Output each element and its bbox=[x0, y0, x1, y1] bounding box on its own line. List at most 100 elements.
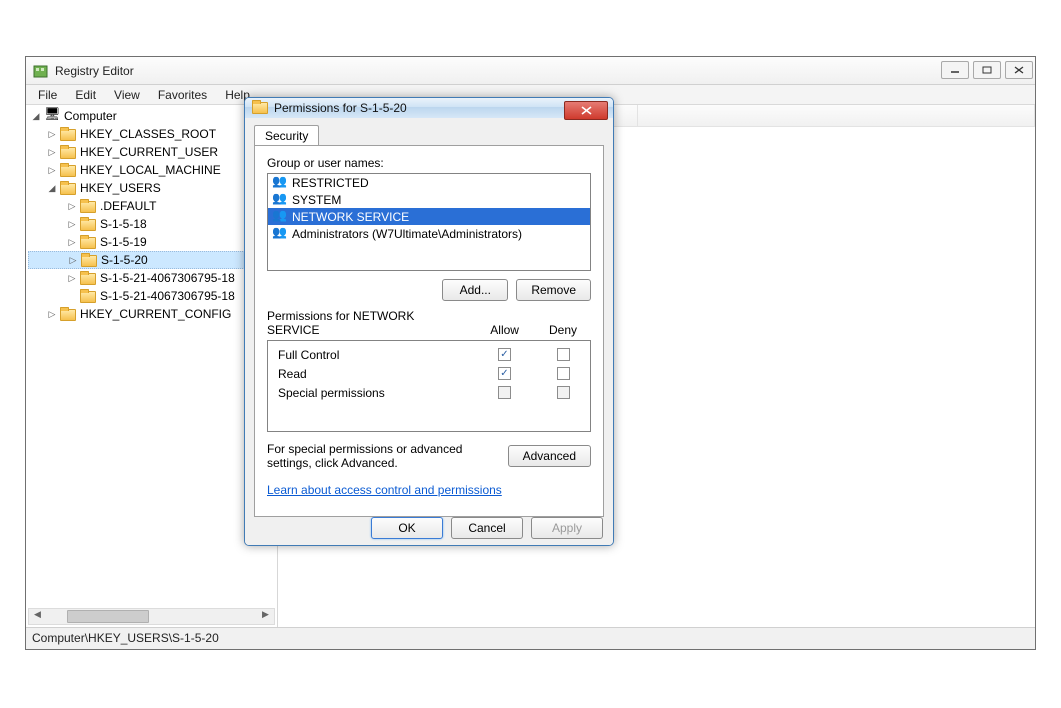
registry-tree: ◢ Computer ▷ HKEY_CLASSES_ROOT ▷ HKEY_CU… bbox=[26, 105, 277, 323]
menu-file[interactable]: File bbox=[30, 87, 65, 103]
deny-checkbox[interactable] bbox=[557, 367, 570, 380]
tree-item-label: HKEY_CLASSES_ROOT bbox=[79, 127, 216, 141]
tree-item[interactable]: ▷ S-1-5-19 bbox=[28, 233, 277, 251]
expander-icon[interactable]: ▷ bbox=[66, 237, 78, 248]
list-item[interactable]: SYSTEM bbox=[268, 191, 590, 208]
deny-checkbox bbox=[557, 386, 570, 399]
tree-item-users[interactable]: ◢ HKEY_USERS bbox=[28, 179, 277, 197]
remove-button[interactable]: Remove bbox=[516, 279, 591, 301]
users-icon bbox=[272, 193, 288, 207]
tab-security[interactable]: Security bbox=[254, 125, 319, 147]
column-header-empty[interactable] bbox=[638, 105, 1035, 126]
tree-item-label: HKEY_LOCAL_MACHINE bbox=[79, 163, 221, 177]
perm-row: Read ✓ bbox=[278, 364, 580, 383]
scroll-thumb[interactable] bbox=[67, 610, 149, 623]
col-deny: Deny bbox=[549, 323, 577, 337]
tree-item[interactable]: ▷ HKEY_CURRENT_USER bbox=[28, 143, 277, 161]
expander-spacer: ▷ bbox=[66, 291, 78, 302]
tree-item[interactable]: ▷ S-1-5-21-4067306795-18 bbox=[28, 287, 277, 305]
principal-label: SYSTEM bbox=[292, 193, 341, 207]
folder-icon bbox=[80, 199, 96, 213]
principal-label: NETWORK SERVICE bbox=[292, 210, 409, 224]
perm-row: Special permissions bbox=[278, 383, 580, 402]
computer-icon bbox=[44, 108, 60, 124]
window-controls bbox=[941, 61, 1033, 79]
col-allow: Allow bbox=[490, 323, 519, 337]
tab-page-security: Group or user names: RESTRICTED SYSTEM N… bbox=[254, 145, 604, 517]
menu-favorites[interactable]: Favorites bbox=[150, 87, 215, 103]
list-item-selected[interactable]: NETWORK SERVICE bbox=[268, 208, 590, 225]
dialog-footer: OK Cancel Apply bbox=[245, 517, 613, 545]
folder-icon bbox=[81, 253, 97, 267]
menu-edit[interactable]: Edit bbox=[67, 87, 104, 103]
expander-icon[interactable]: ▷ bbox=[46, 165, 58, 176]
tree-item[interactable]: ▷ HKEY_CURRENT_CONFIG bbox=[28, 305, 277, 323]
users-icon bbox=[272, 176, 288, 190]
principal-buttons: Add... Remove bbox=[267, 279, 591, 301]
expander-icon[interactable]: ▷ bbox=[66, 201, 78, 212]
permissions-dialog: Permissions for S-1-5-20 Security Group … bbox=[244, 97, 614, 546]
folder-icon bbox=[80, 289, 96, 303]
tree-item[interactable]: ▷ S-1-5-18 bbox=[28, 215, 277, 233]
add-button[interactable]: Add... bbox=[442, 279, 508, 301]
allow-checkbox[interactable]: ✓ bbox=[498, 348, 511, 361]
permissions-box: Full Control ✓ Read ✓ Special permission… bbox=[267, 340, 591, 432]
tree-item-label: S-1-5-19 bbox=[99, 235, 147, 249]
perm-row: Full Control ✓ bbox=[278, 345, 580, 364]
minimize-button[interactable] bbox=[941, 61, 969, 79]
folder-icon bbox=[252, 100, 268, 116]
expander-icon[interactable]: ▷ bbox=[46, 129, 58, 140]
advanced-row: For special permissions or advanced sett… bbox=[267, 442, 591, 471]
expander-icon[interactable]: ▷ bbox=[46, 309, 58, 320]
expander-icon[interactable]: ◢ bbox=[46, 183, 58, 194]
advanced-button[interactable]: Advanced bbox=[508, 445, 591, 467]
folder-icon bbox=[60, 181, 76, 195]
list-item[interactable]: Administrators (W7Ultimate\Administrator… bbox=[268, 225, 590, 242]
close-button[interactable] bbox=[1005, 61, 1033, 79]
tree-item-label: .DEFAULT bbox=[99, 199, 156, 213]
tab-strip: Security bbox=[254, 124, 604, 146]
ok-button[interactable]: OK bbox=[371, 517, 443, 539]
window-title: Registry Editor bbox=[55, 64, 134, 78]
expander-icon[interactable]: ▷ bbox=[46, 147, 58, 158]
deny-checkbox[interactable] bbox=[557, 348, 570, 361]
expander-icon[interactable]: ◢ bbox=[30, 111, 42, 122]
tree-item[interactable]: ▷ HKEY_CLASSES_ROOT bbox=[28, 125, 277, 143]
dialog-title: Permissions for S-1-5-20 bbox=[274, 101, 407, 115]
tree-pane[interactable]: ◢ Computer ▷ HKEY_CLASSES_ROOT ▷ HKEY_CU… bbox=[26, 105, 278, 627]
tree-item-label: S-1-5-18 bbox=[99, 217, 147, 231]
list-item[interactable]: RESTRICTED bbox=[268, 174, 590, 191]
scroll-right-icon[interactable]: ▶ bbox=[257, 609, 274, 624]
expander-icon[interactable]: ▷ bbox=[67, 255, 79, 266]
principals-listbox[interactable]: RESTRICTED SYSTEM NETWORK SERVICE Admini… bbox=[267, 173, 591, 271]
tree-item-label: S-1-5-21-4067306795-18 bbox=[99, 271, 235, 285]
tree-item[interactable]: ▷ HKEY_LOCAL_MACHINE bbox=[28, 161, 277, 179]
apply-button[interactable]: Apply bbox=[531, 517, 603, 539]
principal-label: Administrators (W7Ultimate\Administrator… bbox=[292, 227, 522, 241]
expander-icon[interactable]: ▷ bbox=[66, 273, 78, 284]
folder-icon bbox=[80, 271, 96, 285]
learn-link[interactable]: Learn about access control and permissio… bbox=[267, 483, 502, 497]
dialog-titlebar[interactable]: Permissions for S-1-5-20 bbox=[245, 98, 613, 118]
tree-item[interactable]: ▷ .DEFAULT bbox=[28, 197, 277, 215]
group-label: Group or user names: bbox=[267, 156, 591, 170]
expander-icon[interactable]: ▷ bbox=[66, 219, 78, 230]
tree-item-label: HKEY_USERS bbox=[79, 181, 161, 195]
users-icon bbox=[272, 227, 288, 241]
perm-name: Full Control bbox=[278, 348, 339, 362]
folder-icon bbox=[60, 307, 76, 321]
maximize-button[interactable] bbox=[973, 61, 1001, 79]
tree-item-label: S-1-5-21-4067306795-18 bbox=[99, 289, 235, 303]
folder-icon bbox=[60, 163, 76, 177]
horizontal-scrollbar[interactable]: ◀ ▶ bbox=[28, 608, 275, 625]
menu-view[interactable]: View bbox=[106, 87, 148, 103]
tree-root[interactable]: ◢ Computer bbox=[28, 107, 277, 125]
folder-icon bbox=[80, 217, 96, 231]
cancel-button[interactable]: Cancel bbox=[451, 517, 523, 539]
folder-icon bbox=[80, 235, 96, 249]
tree-item-selected[interactable]: ▷ S-1-5-20 bbox=[28, 251, 277, 269]
allow-checkbox[interactable]: ✓ bbox=[498, 367, 511, 380]
regedit-icon bbox=[33, 63, 49, 79]
tree-item[interactable]: ▷ S-1-5-21-4067306795-18 bbox=[28, 269, 277, 287]
scroll-left-icon[interactable]: ◀ bbox=[29, 609, 46, 624]
